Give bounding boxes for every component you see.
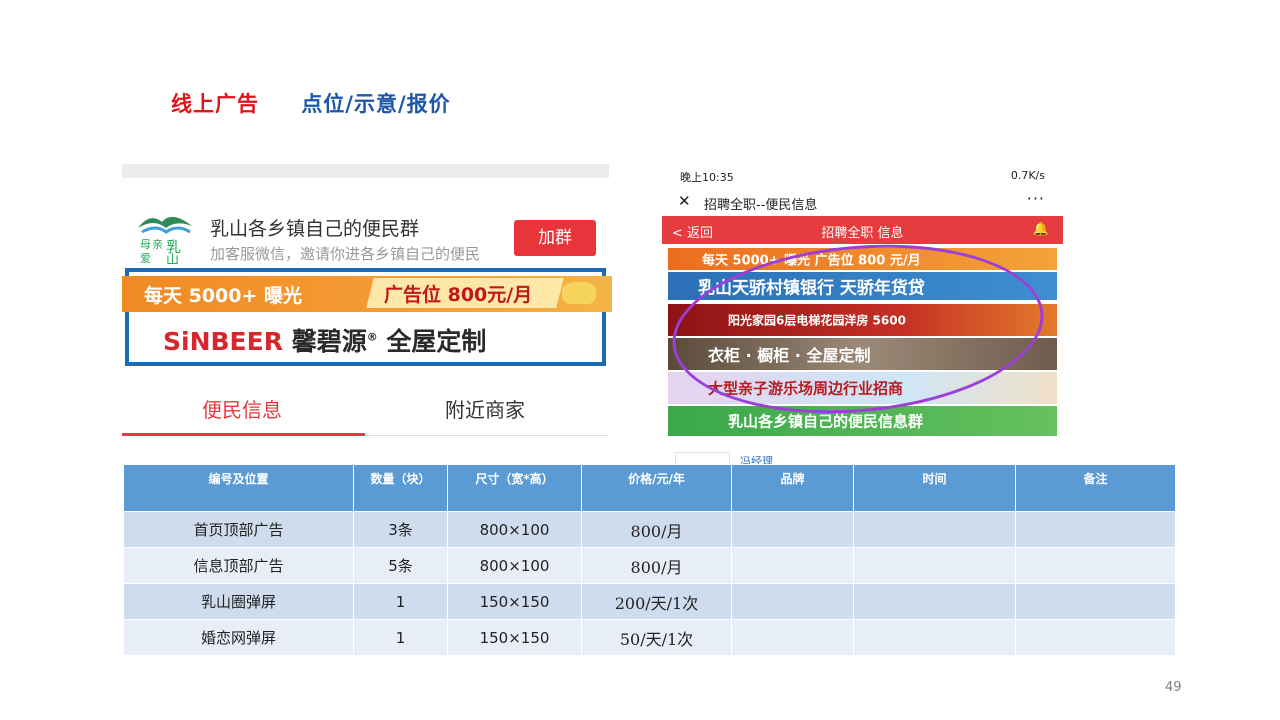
join-group-button[interactable]: 加群: [514, 220, 596, 256]
header-time: 时间: [853, 464, 1016, 512]
cell-price: 200/天/1次: [581, 583, 732, 620]
wechat-page-title: 招聘全职--便民信息: [704, 198, 818, 213]
brand-en: SiNBEER: [163, 327, 283, 356]
top-gray-strip: [122, 164, 609, 178]
close-icon[interactable]: ✕: [678, 192, 691, 210]
table-row: 首页顶部广告 3条 800×100 800/月: [123, 511, 1176, 548]
exposure-text: 每天 5000+ 曝光: [144, 285, 303, 307]
cell-remark: [1015, 511, 1176, 548]
svg-text:爱: 爱: [140, 252, 151, 264]
header-remark: 备注: [1015, 464, 1176, 512]
cell-position: 首页顶部广告: [123, 511, 354, 548]
svg-text:母: 母: [140, 238, 151, 251]
status-speed: 0.7K/s: [1010, 169, 1045, 182]
gold-ingot-icon: [562, 282, 596, 304]
price-text: 广告位 800元/月: [384, 284, 533, 306]
status-time: 晚上10:35: [680, 171, 734, 184]
svg-text:山: 山: [166, 253, 179, 264]
cell-price: 50/天/1次: [581, 619, 732, 656]
cell-brand: [731, 583, 854, 620]
header-size: 尺寸（宽*高）: [447, 464, 582, 512]
status-bar: 晚上10:35 0.7K/s: [662, 164, 1063, 186]
slide-title: 线上广告 点位/示意/报价: [171, 88, 451, 118]
title-red-part: 线上广告: [171, 92, 259, 116]
cell-quantity: 3条: [353, 511, 448, 548]
cell-brand: [731, 619, 854, 656]
rushan-logo-icon: 母 亲 乳 爱 山: [138, 216, 192, 264]
cell-remark: [1015, 583, 1176, 620]
cell-size: 800×100: [447, 511, 582, 548]
highlighted-ad-slot: 每天 5000+ 曝光 广告位 800元/月 SiNBEER 馨碧源® 全屋定制: [122, 268, 612, 366]
cell-quantity: 5条: [353, 547, 448, 584]
table-row: 乳山圈弹屏 1 150×150 200/天/1次: [123, 583, 1176, 620]
ad-banner-6-text: 乳山各乡镇自己的便民信息群: [728, 412, 924, 431]
cell-time: [853, 619, 1016, 656]
bell-icon[interactable]: 🔔: [1033, 222, 1049, 237]
tab-convenience-info[interactable]: 便民信息: [202, 394, 282, 423]
cell-position: 婚恋网弹屏: [123, 619, 354, 656]
cell-time: [853, 511, 1016, 548]
cell-brand: [731, 547, 854, 584]
group-row: 母 亲 乳 爱 山 乳山各乡镇自己的便民群 加客服微信，邀请你进各乡镇自己的便民…: [122, 178, 609, 268]
cell-remark: [1015, 619, 1176, 656]
tabs: 便民信息 附近商家: [122, 390, 609, 438]
table-row: 信息顶部广告 5条 800×100 800/月: [123, 547, 1176, 584]
right-app-screenshot: 晚上10:35 0.7K/s ✕ 招聘全职--便民信息 ··· < 返回 招聘全…: [662, 164, 1063, 446]
header-quantity: 数量（块）: [353, 464, 448, 512]
cell-quantity: 1: [353, 583, 448, 620]
sinbeer-banner: SiNBEER 馨碧源® 全屋定制: [163, 322, 486, 358]
cell-time: [853, 583, 1016, 620]
more-icon[interactable]: ···: [1027, 189, 1045, 208]
table-row: 婚恋网弹屏 1 150×150 50/天/1次: [123, 619, 1176, 656]
cell-remark: [1015, 547, 1176, 584]
left-app-screenshot: 母 亲 乳 爱 山 乳山各乡镇自己的便民群 加客服微信，邀请你进各乡镇自己的便民…: [122, 164, 612, 440]
cell-brand: [731, 511, 854, 548]
active-tab-underline: [122, 433, 365, 436]
tab-nearby-merchants[interactable]: 附近商家: [445, 394, 525, 423]
title-blue-part: 点位/示意/报价: [301, 92, 451, 116]
app-nav-bar: < 返回 招聘全职 信息 🔔: [662, 216, 1063, 244]
cell-time: [853, 547, 1016, 584]
nav-title: 招聘全职 信息: [821, 226, 904, 241]
cell-size: 800×100: [447, 547, 582, 584]
cell-price: 800/月: [581, 511, 732, 548]
table-header-row: 编号及位置 数量（块） 尺寸（宽*高） 价格/元/年 品牌 时间 备注: [123, 464, 1176, 512]
cell-size: 150×150: [447, 619, 582, 656]
cell-price: 800/月: [581, 547, 732, 584]
group-subtitle: 加客服微信，邀请你进各乡镇自己的便民: [210, 245, 481, 263]
header-price: 价格/元/年: [581, 464, 732, 512]
pricing-table: 编号及位置 数量（块） 尺寸（宽*高） 价格/元/年 品牌 时间 备注 首页顶部…: [123, 464, 1176, 656]
cell-quantity: 1: [353, 619, 448, 656]
svg-text:亲: 亲: [152, 237, 163, 251]
page-number: 49: [1165, 680, 1182, 695]
cell-size: 150×150: [447, 583, 582, 620]
brand-reg: ®: [366, 330, 378, 344]
header-brand: 品牌: [731, 464, 854, 512]
cell-position: 信息顶部广告: [123, 547, 354, 584]
header-position: 编号及位置: [123, 464, 354, 512]
cell-position: 乳山圈弹屏: [123, 583, 354, 620]
brand-cn: 馨碧源: [291, 327, 367, 356]
brand-slogan: 全屋定制: [386, 327, 487, 356]
below-box: [675, 452, 730, 464]
exposure-banner: 每天 5000+ 曝光 广告位 800元/月: [122, 276, 612, 312]
group-name: 乳山各乡镇自己的便民群: [210, 218, 420, 240]
wechat-title-bar: ✕ 招聘全职--便民信息 ···: [662, 186, 1063, 216]
